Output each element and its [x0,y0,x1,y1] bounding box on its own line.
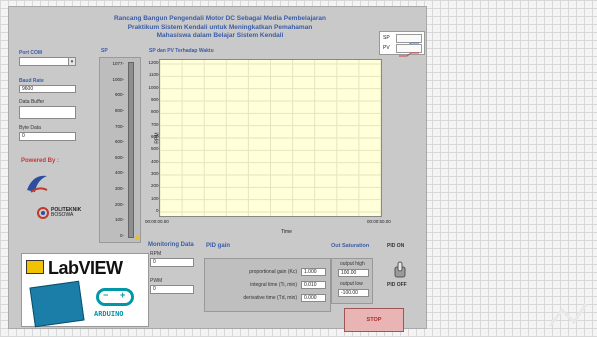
pid-toggle-switch[interactable] [393,261,407,279]
sp-tick-label: 1000- [112,76,124,82]
y-tick-label: 200- [150,183,160,189]
title-line-1: Rancang Bangun Pengendali Motor DC Sebag… [113,15,326,22]
sp-tick-label: 500- [114,154,124,160]
sp-tick-label: 600- [114,139,124,145]
pid-on-label: PID ON [387,243,405,249]
pid-off-label: PID OFF [387,282,407,288]
output-high-input[interactable]: 100.00 [338,269,369,277]
output-low-label: output low [340,281,363,287]
front-panel: Rancang Bangun Pengendali Motor DC Sebag… [8,6,427,332]
y-tick-label: 700- [150,121,160,127]
sp-slider-track[interactable] [128,62,134,238]
legend-sp-swatch [396,34,422,47]
chart-plot-area[interactable] [159,59,382,217]
output-high-label: output high [340,261,365,267]
x-tick-start: 00:00:00.00 [145,219,169,224]
y-tick-label: 100- [150,195,160,201]
kc-label: proportional gain (Kc) [249,269,297,275]
pid-gain-title: PID gain [206,243,231,249]
y-tick-label: 1200- [148,60,160,65]
politeknik-logo-icon [37,206,49,219]
y-tick-label: 1000- [148,84,160,90]
powered-by-label: Powered By : [21,158,60,164]
pv-line-icon [399,52,419,57]
y-tick-label: 300- [150,171,160,176]
baud-rate-label: Baud Rate [19,78,44,84]
title-line-3: Mahasiswa dalam Belajar Sistem Kendali [156,32,284,39]
sp-label: SP [101,48,108,54]
y-tick-label: 800- [150,109,160,115]
port-com-label: Port COM [19,50,43,56]
data-buffer-field[interactable] [19,106,76,119]
y-tick-label: 0- [155,208,160,213]
pwm-value: 0 [153,286,156,292]
pid-gain-cluster: proportional gain (Kc) 1.000 integral ti… [204,258,331,312]
politeknik-sub: BOSOWA [51,212,74,218]
politeknik-brand: POLITEKNIK BOSOWA [51,208,81,218]
logo-panel: LabVIEW − + ARDUINO [21,253,149,328]
sp-tick-label: 400- [114,170,124,176]
sp-tick-label: 900- [114,92,124,98]
arduino-logo-icon: − + [96,288,134,306]
y-tick-label: 500- [150,146,160,152]
sp-tick-label: 300- [114,186,124,192]
data-buffer-label: Data Buffer [19,99,45,105]
td-label: derivative time (Td, min) [243,295,297,301]
y-tick-label: 400- [150,158,160,164]
stop-button[interactable]: STOP [344,308,404,332]
sp-tick-label: 800- [114,107,124,113]
y-tick-label: 900- [150,97,160,102]
chart-svg [159,60,382,216]
kc-input[interactable]: 1.000 [301,268,326,276]
rpm-indicator: 0 [150,258,194,267]
rpm-value: 0 [153,259,156,265]
saturation-cluster: output high 100.00 output low -100.00 [331,258,373,304]
monitoring-title: Monitoring Data [148,242,194,248]
sp-tick-label: 700- [114,123,124,129]
arduino-board-icon [29,280,85,328]
slider-pointer-icon[interactable]: ◀ [134,234,139,241]
chart-title: SP dan PV Terhadap Waktu [149,48,214,54]
chart-x-label: Time [281,229,292,235]
sp-tick-label: 200- [114,201,124,207]
legend-pv-swatch [396,44,422,57]
pwm-label: PWM [150,278,163,284]
baud-rate-field[interactable]: 9600 [19,85,76,93]
ti-row: integral time (Ti, min) 0.010 [208,281,329,289]
title-line-2: Praktikum Sistem Kendali untuk Meningkat… [127,23,313,31]
sp-tick-label: 1077- [112,61,124,66]
port-com-select[interactable]: ▾ [19,57,76,66]
saturation-title: Out Saturation [331,243,370,249]
pwm-indicator: 0 [150,285,194,294]
ti-input[interactable]: 0.010 [301,281,326,289]
campus-logo-icon [23,170,51,196]
td-input[interactable]: 0.000 [301,294,326,302]
rpm-label: RPM [150,251,162,257]
kc-row: proportional gain (Kc) 1.000 [208,268,329,276]
sp-tick-label: 100- [114,217,124,223]
y-tick-label: 1100- [148,72,160,78]
arduino-text: ARDUINO [94,310,124,318]
labview-logo: LabVIEW [48,258,123,278]
output-low-input[interactable]: -100.00 [338,289,369,297]
byte-data-value: 0 [22,133,25,139]
sp-slider[interactable]: 1077- 1000- 900- 800- 700- 600- 500- 400- 300- 20… [99,57,141,243]
plot-legend[interactable]: SP PV [379,31,425,57]
watermark-logo [548,302,588,330]
chevron-down-icon[interactable]: ▾ [68,58,75,65]
x-tick-end: 00:00:50.00 [367,219,391,224]
legend-sp-label: SP [383,35,390,41]
td-row: derivative time (Td, min) 0.000 [208,294,329,302]
sp-tick-label: 0- [119,233,124,238]
byte-data-field[interactable]: 0 [19,132,76,141]
labview-icon [26,260,44,274]
legend-pv-label: PV [383,45,390,51]
byte-data-label: Byte Data [19,125,41,131]
baud-rate-value: 9600 [22,86,34,92]
ti-label: integral time (Ti, min) [250,282,297,288]
page-title: Rancang Bangun Pengendali Motor DC Sebag… [105,15,335,41]
